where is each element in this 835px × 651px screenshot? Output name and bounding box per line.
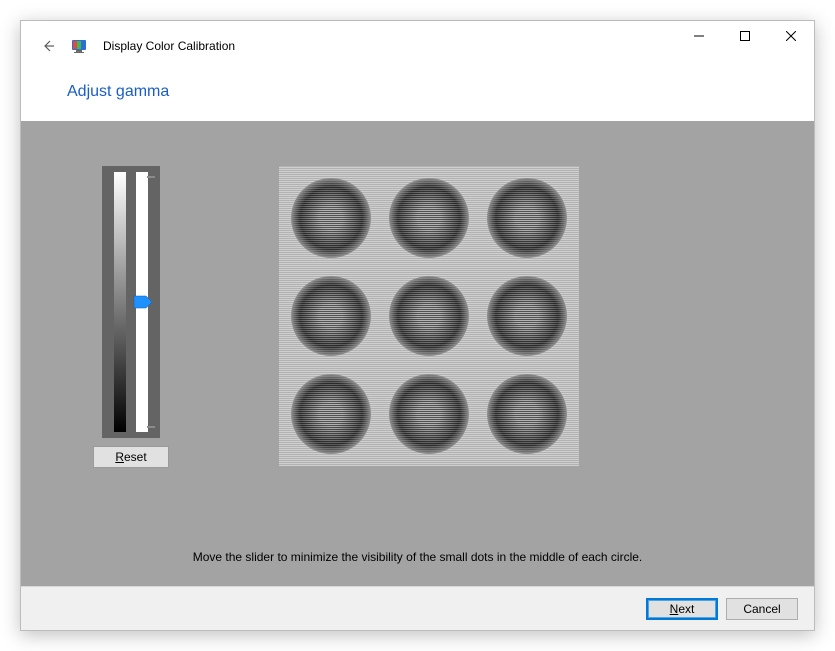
back-button[interactable]: [39, 37, 57, 55]
reset-label-rest: eset: [124, 450, 147, 464]
next-button[interactable]: Next: [646, 598, 718, 620]
gamma-pattern: [279, 166, 579, 466]
reset-accel: R: [115, 450, 124, 464]
minimize-button[interactable]: [676, 21, 722, 51]
gradient-strip: [114, 172, 126, 432]
maximize-button[interactable]: [722, 21, 768, 51]
cancel-button[interactable]: Cancel: [726, 598, 798, 620]
gamma-dot: [291, 374, 371, 454]
work-row: Reset: [21, 121, 814, 550]
slider-tick-min: [147, 426, 155, 428]
close-icon: [786, 31, 796, 41]
gamma-dot: [389, 374, 469, 454]
close-button[interactable]: [768, 21, 814, 51]
calibration-window: Display Color Calibration Adjust gamma: [20, 20, 815, 631]
main-area: Reset Move the slider to minimize the vi…: [21, 121, 814, 586]
reset-button[interactable]: Reset: [93, 446, 169, 468]
app-icon: [71, 38, 87, 54]
gamma-dot: [389, 178, 469, 258]
gamma-dot: [487, 374, 567, 454]
gamma-dot: [291, 178, 371, 258]
gamma-dot: [291, 276, 371, 356]
back-arrow-icon: [40, 38, 56, 54]
gamma-dot: [487, 178, 567, 258]
maximize-icon: [740, 31, 750, 41]
titlebar: Display Color Calibration: [21, 21, 814, 73]
gamma-slider-block: Reset: [93, 166, 169, 468]
step-heading: Adjust gamma: [21, 73, 814, 121]
gamma-dot: [487, 276, 567, 356]
gamma-dot: [389, 276, 469, 356]
window-title: Display Color Calibration: [101, 39, 235, 53]
slider-tick-max: [147, 176, 155, 178]
gamma-slider-track[interactable]: [136, 172, 148, 432]
gamma-slider-frame: [102, 166, 160, 438]
next-label-rest: ext: [678, 602, 694, 616]
instruction-text: Move the slider to minimize the visibili…: [21, 550, 814, 586]
minimize-icon: [694, 31, 704, 41]
gamma-slider-thumb[interactable]: [133, 295, 153, 309]
titlebar-left: Display Color Calibration: [21, 21, 235, 55]
window-controls: [676, 21, 814, 51]
footer: Next Cancel: [21, 586, 814, 630]
